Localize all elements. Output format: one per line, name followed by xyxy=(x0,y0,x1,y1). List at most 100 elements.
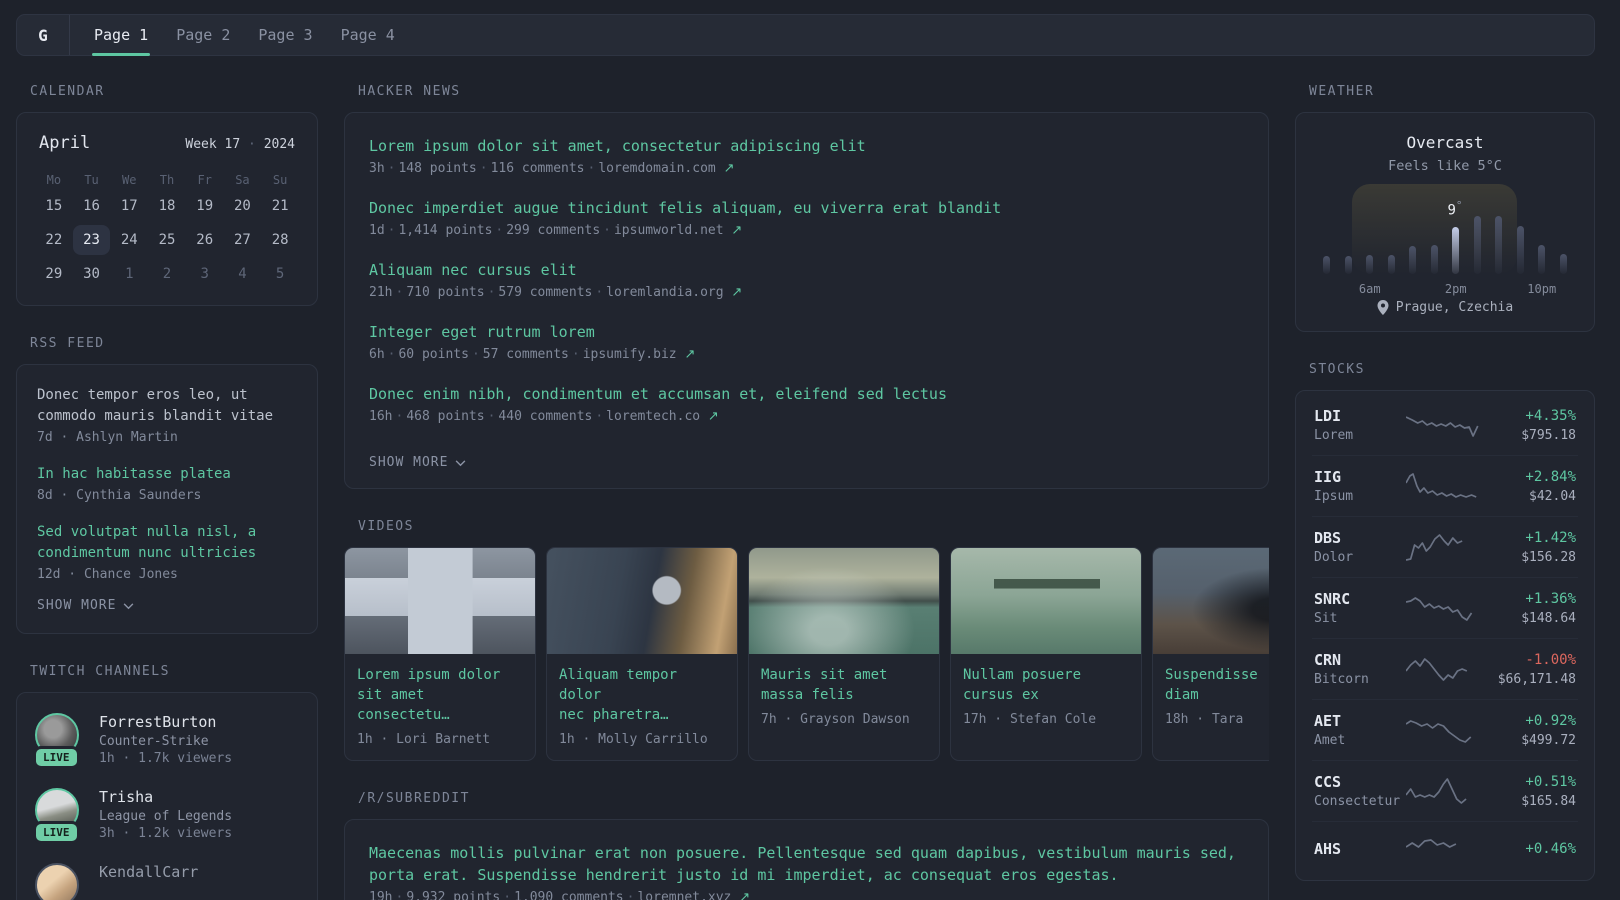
calendar-day[interactable]: 26 xyxy=(186,225,224,255)
separator-dot: · xyxy=(487,409,496,424)
external-link-icon: ↗ xyxy=(684,347,696,362)
hackernews-item-title[interactable]: Integer eget rutrum lorem xyxy=(369,321,1244,343)
video-card[interactable]: Nullam posuere cursus ex 17h · Stefan Col… xyxy=(950,547,1142,761)
item-points: 9,932 points xyxy=(406,890,501,900)
section-label-videos: VIDEOS xyxy=(358,519,414,534)
stock-sparkline xyxy=(1406,410,1484,440)
topbar: G Page 1 Page 2 Page 3 Page 4 xyxy=(16,14,1595,56)
video-title[interactable]: Aliquam tempor dolor nec pharetra… xyxy=(559,665,725,725)
video-card[interactable]: Aliquam tempor dolor nec pharetra… 1h · M… xyxy=(546,547,738,761)
calendar-day[interactable]: 24 xyxy=(110,225,148,255)
calendar-header: April Week 17 · 2024 xyxy=(39,133,295,153)
app-logo[interactable]: G xyxy=(17,15,70,55)
calendar-day[interactable]: 3 xyxy=(186,259,224,289)
video-title[interactable]: Nullam posuere cursus ex xyxy=(963,665,1129,705)
separator-dot: · xyxy=(503,890,512,900)
weather-bar-slot xyxy=(1402,210,1424,274)
calendar-weekday: Sa xyxy=(235,173,250,187)
twitch-channel-viewers: 3h · 1.2k viewers xyxy=(99,826,233,841)
weather-current-temp: 9° xyxy=(1447,199,1462,219)
hackernews-item-title[interactable]: Donec enim nibh, condimentum et accumsan… xyxy=(369,383,1244,405)
rss-show-more-button[interactable]: SHOW MORE xyxy=(37,598,134,613)
calendar-day[interactable]: 15 xyxy=(35,191,73,221)
calendar-day[interactable]: 4 xyxy=(224,259,262,289)
calendar-day[interactable]: 21 xyxy=(261,191,299,221)
item-domain-link[interactable]: ipsumify.biz ↗ xyxy=(583,347,696,362)
stock-ticker[interactable]: LDI xyxy=(1314,407,1406,425)
stock-name: Sit xyxy=(1314,611,1338,626)
video-thumbnail xyxy=(749,548,939,654)
avatar[interactable] xyxy=(35,863,79,900)
stock-ticker[interactable]: SNRC xyxy=(1314,590,1406,608)
tab-page-4[interactable]: Page 4 xyxy=(327,15,409,55)
tab-page-2[interactable]: Page 2 xyxy=(162,15,244,55)
item-domain-link[interactable]: loremnet.xyz ↗ xyxy=(637,890,750,900)
hackernews-show-more-button[interactable]: SHOW MORE xyxy=(369,455,466,470)
calendar-day[interactable]: 18 xyxy=(148,191,186,221)
hackernews-item-title[interactable]: Aliquam nec cursus elit xyxy=(369,259,1244,281)
rss-item-meta: 7d · Ashlyn Martin xyxy=(37,430,178,445)
stock-ticker[interactable]: DBS xyxy=(1314,529,1406,547)
calendar-day[interactable]: 2 xyxy=(148,259,186,289)
hackernews-item: Lorem ipsum dolor sit amet, consectetur … xyxy=(369,135,1244,176)
stock-ticker[interactable]: CRN xyxy=(1314,651,1406,669)
stock-ticker-block: CRN Bitcorn xyxy=(1314,651,1406,687)
twitch-channel-name[interactable]: ForrestBurton xyxy=(99,713,232,731)
stock-ticker[interactable]: CCS xyxy=(1314,773,1406,791)
calendar-day[interactable]: 30 xyxy=(73,259,111,289)
rss-item-title[interactable]: In hac habitasse platea xyxy=(37,464,297,485)
calendar-day[interactable]: 19 xyxy=(186,191,224,221)
calendar-day[interactable]: 22 xyxy=(35,225,73,255)
item-domain-link[interactable]: loremlandia.org ↗ xyxy=(606,285,742,300)
stock-ticker[interactable]: AHS xyxy=(1314,840,1406,858)
separator-dot: · xyxy=(248,137,256,152)
weather-feels-like: Feels like 5°C xyxy=(1388,158,1502,174)
stock-ticker-block: LDI Lorem xyxy=(1314,407,1406,443)
twitch-channel-viewers: 1h · 1.7k viewers xyxy=(99,751,233,766)
rss-item-title[interactable]: Sed volutpat nulla nisl, a condimentum n… xyxy=(37,522,297,564)
hackernews-item-title[interactable]: Lorem ipsum dolor sit amet, consectetur … xyxy=(369,135,1244,157)
video-title[interactable]: Lorem ipsum dolor sit amet consectetu… xyxy=(357,665,523,725)
calendar-day[interactable]: 27 xyxy=(224,225,262,255)
twitch-channel-name[interactable]: Trisha xyxy=(99,788,232,806)
twitch-channel-name[interactable]: KendallCarr xyxy=(99,863,198,881)
stock-price: $795.18 xyxy=(1521,427,1576,443)
calendar-day[interactable]: 16 xyxy=(73,191,111,221)
video-title[interactable]: Mauris sit amet massa felis xyxy=(761,665,927,705)
reddit-post-title[interactable]: Maecenas mollis pulvinar erat non posuer… xyxy=(369,842,1244,886)
tab-page-1[interactable]: Page 1 xyxy=(80,15,162,56)
calendar-day[interactable]: 29 xyxy=(35,259,73,289)
calendar-day[interactable]: 17 xyxy=(110,191,148,221)
stock-change-percent: +1.42% xyxy=(1525,529,1576,546)
weather-bar xyxy=(1430,245,1438,274)
item-domain-link[interactable]: loremtech.co ↗ xyxy=(606,409,719,424)
calendar-day-selected[interactable]: 23 xyxy=(72,225,111,255)
section-label-calendar: CALENDAR xyxy=(30,84,105,99)
calendar-day[interactable]: 5 xyxy=(261,259,299,289)
video-card[interactable]: Mauris sit amet massa felis 7h · Grayson … xyxy=(748,547,940,761)
rss-item-title[interactable]: Donec tempor eros leo, ut commodo mauris… xyxy=(37,385,297,427)
calendar-day[interactable]: 20 xyxy=(224,191,262,221)
weather-bar xyxy=(1516,226,1524,274)
calendar-day[interactable]: 28 xyxy=(261,225,299,255)
stock-ticker[interactable]: IIG xyxy=(1314,468,1406,486)
calendar-section: CALENDAR April Week 17 · 2024 Mo Tu We Th Fr… xyxy=(16,84,318,306)
stock-sparkline xyxy=(1406,471,1484,501)
item-domain-link[interactable]: loremdomain.com ↗ xyxy=(598,161,734,176)
stock-ticker[interactable]: AET xyxy=(1314,712,1406,730)
weather-widget: Overcast Feels like 5°C 6am 9° 2pm 10pm Pra… xyxy=(1295,112,1595,332)
video-card[interactable]: Lorem ipsum dolor sit amet consectetu… 1h… xyxy=(344,547,536,761)
calendar-day[interactable]: 1 xyxy=(110,259,148,289)
dashboard-page: G Page 1 Page 2 Page 3 Page 4 CALENDAR Apri… xyxy=(0,0,1620,900)
item-domain-link[interactable]: ipsumworld.net ↗ xyxy=(614,223,742,238)
calendar-weekday: Mo xyxy=(46,173,62,187)
hackernews-item-title[interactable]: Donec imperdiet augue tincidunt felis al… xyxy=(369,197,1244,219)
tab-page-3[interactable]: Page 3 xyxy=(244,15,326,55)
stock-ticker-block: CCS Consectetur xyxy=(1314,773,1406,809)
video-title[interactable]: Suspendisse diam xyxy=(1165,665,1269,705)
video-card[interactable]: Suspendisse diam 18h · Tara xyxy=(1152,547,1269,761)
weather-location: Prague, Czechia xyxy=(1395,300,1514,315)
stock-value-block: +1.36% $148.64 xyxy=(1484,591,1576,626)
video-card-body: Aliquam tempor dolor nec pharetra… 1h · M… xyxy=(547,654,737,760)
calendar-day[interactable]: 25 xyxy=(148,225,186,255)
